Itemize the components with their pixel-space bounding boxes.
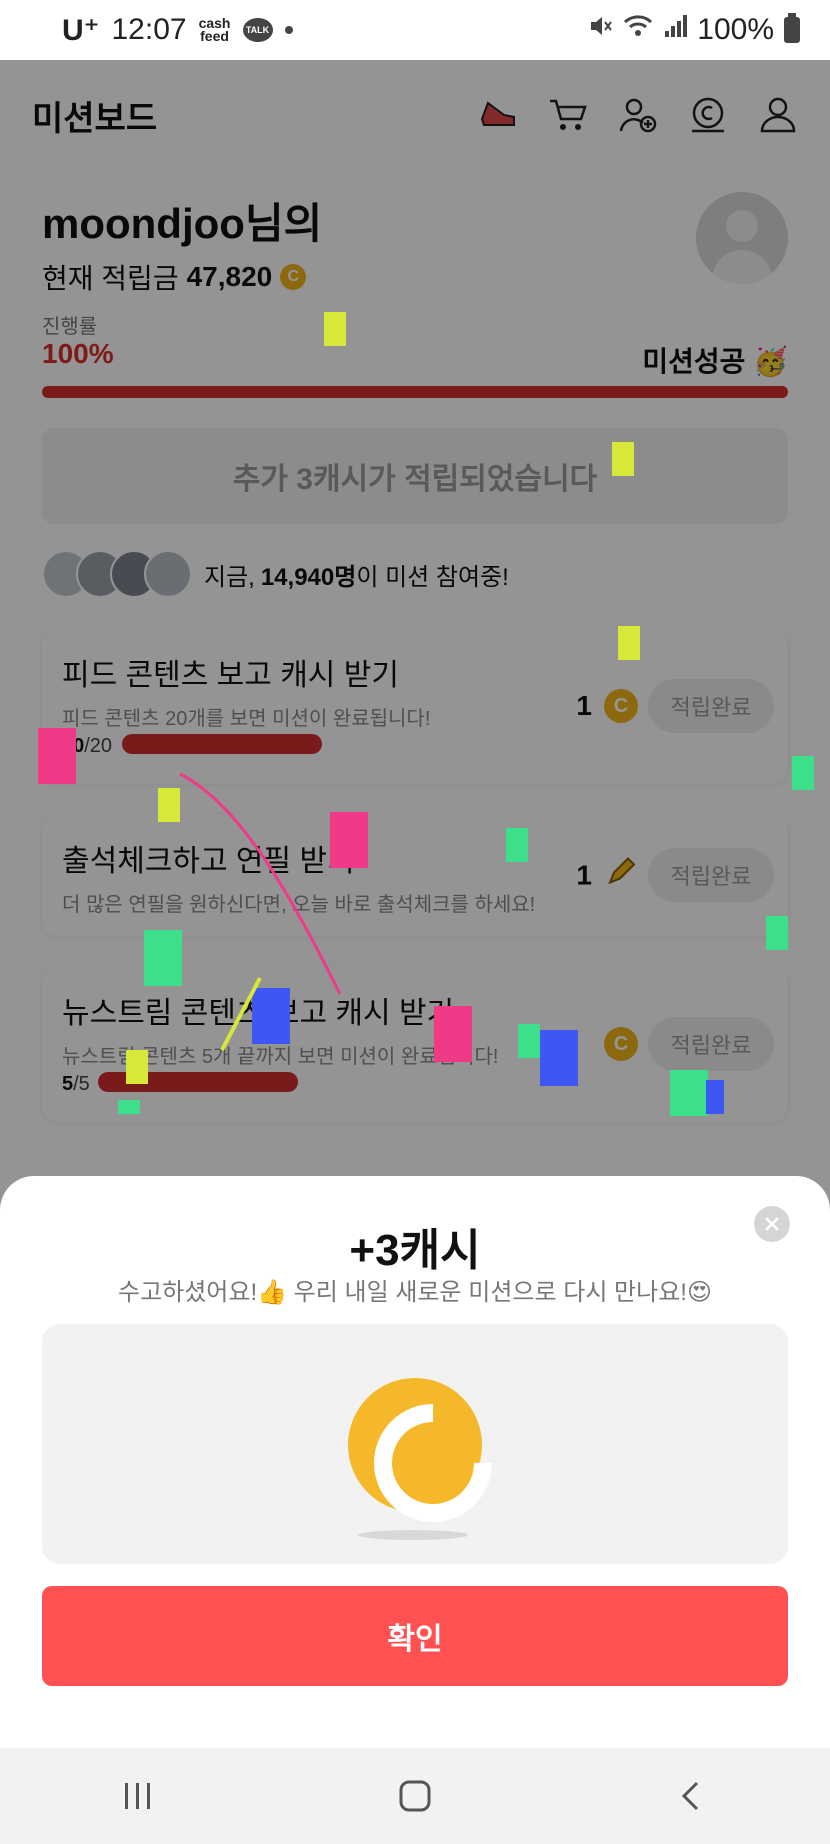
reward-bottom-sheet: +3캐시 수고하셨어요!👍 우리 내일 새로운 미션으로 다시 만나요!😍 확인 [0,1176,830,1748]
signal-icon [663,13,688,47]
recent-apps-icon[interactable] [108,1766,168,1826]
coin-shadow [358,1530,468,1540]
mute-icon [587,13,613,47]
talk-icon: TALK [242,18,273,42]
battery-icon [784,13,800,43]
cash-feed-icon: cash feed [198,15,231,44]
notification-dot-icon [284,26,293,34]
system-nav-bar [0,1748,830,1844]
reward-subtitle: 수고하셨어요!👍 우리 내일 새로운 미션으로 다시 만나요!😍 [117,1279,712,1306]
back-icon[interactable] [662,1766,722,1826]
wifi-icon [623,13,653,47]
clock: 12:07 [111,13,187,46]
status-bar: U⁺ 12:07 cash feed TALK 100% [0,0,830,60]
reward-coin-panel [42,1324,788,1564]
battery-percent: 100% [697,13,774,46]
carrier-label: U⁺ [62,13,100,47]
cash-coin-icon [348,1378,482,1512]
reward-title: +3캐시 [349,1226,481,1275]
home-icon[interactable] [385,1766,445,1826]
confirm-button[interactable]: 확인 [42,1586,788,1686]
